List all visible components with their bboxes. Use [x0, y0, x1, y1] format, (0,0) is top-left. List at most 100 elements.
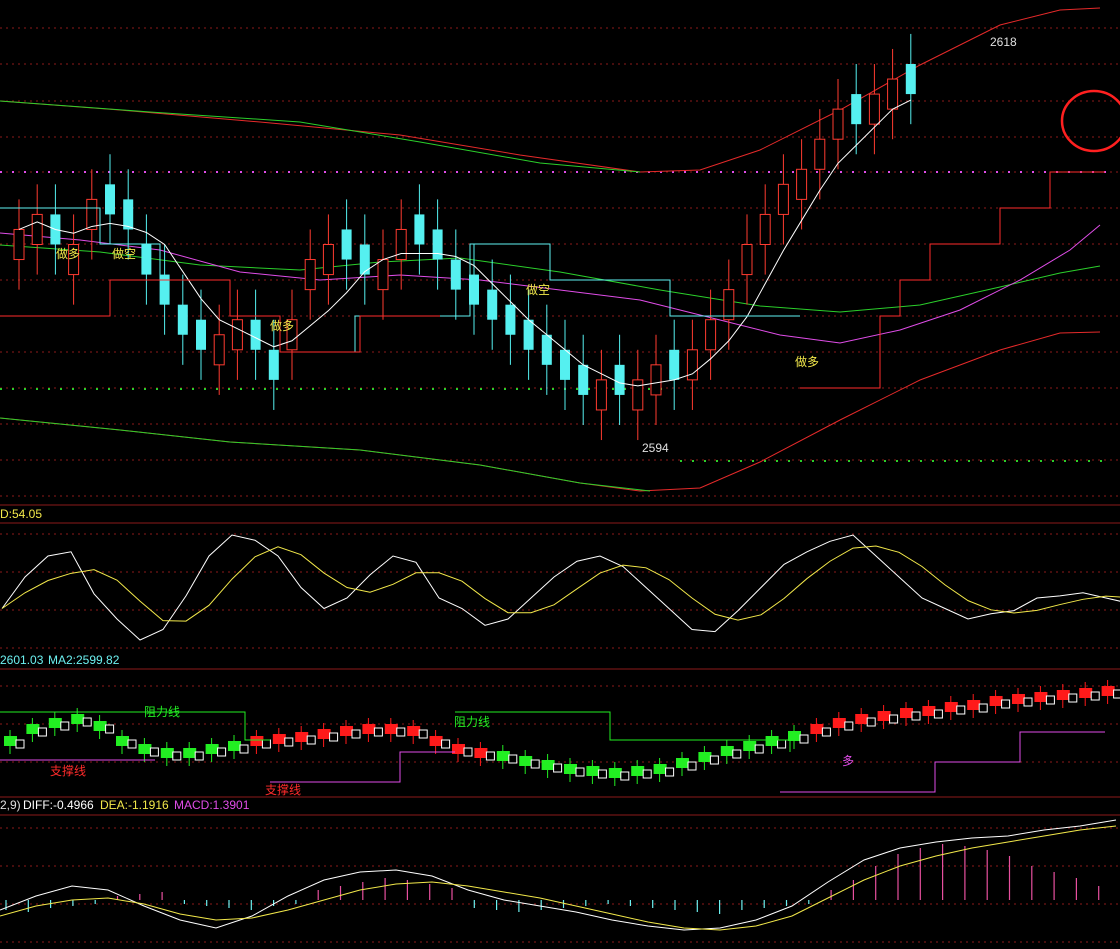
resistance-dot	[396, 171, 398, 173]
candle-body	[741, 244, 753, 276]
box-bar	[541, 760, 555, 770]
box-small-candle	[351, 729, 361, 739]
price-panel	[0, 7, 1106, 492]
support-dot	[372, 388, 374, 390]
resistance-dot	[72, 171, 74, 173]
support-dot	[84, 388, 86, 390]
resistance-dot	[948, 171, 950, 173]
box-small-candle	[373, 727, 383, 737]
support-dot	[504, 388, 506, 390]
resistance-dot	[1020, 171, 1022, 173]
candle-body	[141, 244, 152, 275]
support-dot	[24, 388, 26, 390]
resistance-dot	[168, 171, 170, 173]
box-small-candle	[1001, 699, 1011, 709]
box-small-candle	[396, 727, 406, 737]
stop-line-red	[800, 171, 1105, 389]
resistance-dot	[876, 171, 878, 173]
candle-body	[213, 334, 225, 366]
box-small-candle	[485, 751, 495, 761]
box-small-candle	[642, 769, 652, 779]
macd-value: MACD:1.3901	[174, 798, 250, 812]
candle-body	[595, 379, 607, 411]
support-dot	[144, 388, 146, 390]
support-dot	[1016, 460, 1018, 462]
box-small-candle	[217, 747, 227, 757]
box-bar	[71, 714, 85, 724]
candle-body	[250, 319, 261, 350]
support-dot	[456, 388, 458, 390]
support-dot	[920, 460, 922, 462]
candle-body	[777, 183, 789, 215]
resistance-dot	[732, 171, 734, 173]
candle-body	[231, 319, 243, 351]
resistance-dot	[516, 171, 518, 173]
resistance-dot	[1008, 171, 1010, 173]
box-bar	[698, 752, 712, 762]
resistance-dot	[600, 171, 602, 173]
support-dot	[60, 388, 62, 390]
box-small-candle	[933, 709, 943, 719]
box-bar	[586, 766, 600, 776]
candle-body	[322, 244, 334, 276]
resistance-dot	[480, 171, 482, 173]
box-small-candle	[284, 737, 294, 747]
support-dot	[848, 460, 850, 462]
resistance-dot	[504, 171, 506, 173]
box-small-candle	[866, 717, 876, 727]
resistance-dot	[0, 171, 2, 173]
support-dot	[680, 460, 682, 462]
resistance-dot	[312, 171, 314, 173]
resistance-dot	[240, 171, 242, 173]
box-bar	[317, 729, 331, 739]
resistance-dot	[420, 171, 422, 173]
support-dot	[324, 388, 326, 390]
resistance-dot	[36, 171, 38, 173]
candle-body	[614, 364, 625, 395]
support-dot	[788, 460, 790, 462]
candle-body	[723, 289, 735, 321]
resistance-dot	[1032, 171, 1034, 173]
support-dot	[1076, 460, 1078, 462]
resistance-dot	[204, 171, 206, 173]
candle-body	[304, 259, 316, 291]
resistance-dot	[900, 171, 902, 173]
resistance-dot	[444, 171, 446, 173]
resistance-dot	[84, 171, 86, 173]
candle-body	[505, 304, 516, 335]
support-dot	[944, 460, 946, 462]
resistance-dot	[756, 171, 758, 173]
box-small-candle	[172, 751, 182, 761]
resistance-dot	[348, 171, 350, 173]
resistance-dot	[276, 171, 278, 173]
box-bar	[384, 724, 398, 734]
box-small-candle	[732, 749, 742, 759]
box-bar	[48, 718, 62, 728]
box-bar	[676, 758, 689, 768]
resistance-dot	[840, 171, 842, 173]
box-bar	[743, 741, 757, 751]
resistance-dot	[96, 171, 98, 173]
resistance-dot	[156, 171, 158, 173]
support-dot	[908, 460, 910, 462]
box-bar	[1101, 686, 1115, 696]
candle-body	[705, 319, 717, 351]
support-dot	[576, 388, 578, 390]
box-panel	[0, 680, 1120, 793]
box-header-a: 2601.03	[0, 653, 44, 667]
box-small-candle	[239, 744, 249, 754]
support-dot	[228, 388, 230, 390]
box-small-candle	[82, 717, 92, 727]
box-bar	[1034, 692, 1048, 702]
resistance-dot	[192, 171, 194, 173]
support-dot	[716, 460, 718, 462]
support-dot	[132, 388, 134, 390]
candle-body	[13, 228, 25, 261]
candle-body	[432, 229, 443, 260]
box-bar	[832, 718, 846, 728]
resistance-dot	[624, 171, 626, 173]
candle-body	[669, 349, 680, 380]
box-bar	[967, 700, 981, 710]
support-dot	[516, 388, 518, 390]
high-label: 2618	[990, 35, 1017, 49]
